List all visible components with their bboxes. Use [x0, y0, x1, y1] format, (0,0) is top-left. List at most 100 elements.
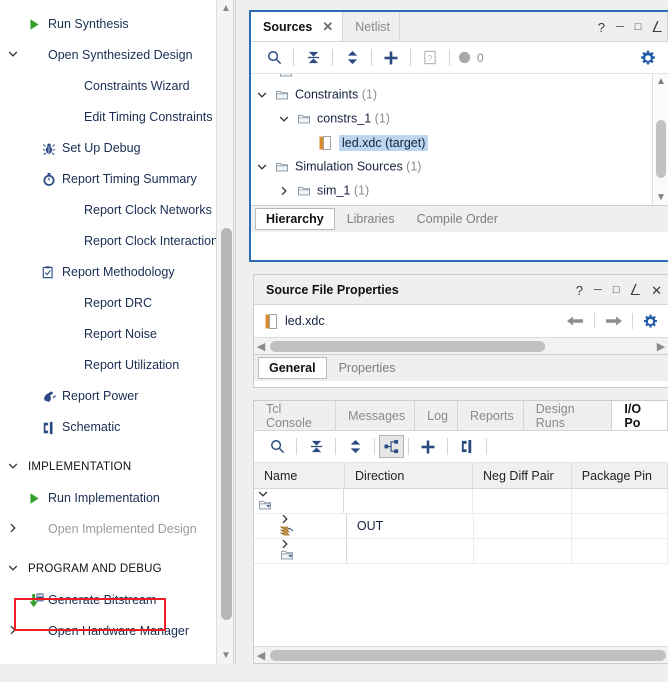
- io-hscroll-thumb[interactable]: [270, 649, 666, 661]
- tab-messages[interactable]: Messages: [336, 401, 416, 430]
- sources-tree-scrollbar[interactable]: ▲ ▼: [652, 74, 668, 205]
- table-row[interactable]: led (4)OUT: [254, 514, 668, 539]
- chevron-right-icon[interactable]: [280, 539, 346, 549]
- column-header[interactable]: Package Pin: [572, 463, 668, 488]
- arrow-left-icon[interactable]: [567, 315, 584, 327]
- chevron-right-icon[interactable]: [279, 186, 297, 196]
- sidebar-item-report-clock-interaction[interactable]: Report Clock Interaction: [0, 226, 216, 257]
- chevron-down-icon[interactable]: [279, 114, 297, 124]
- sidebar-item-report-noise[interactable]: Report Noise: [0, 319, 216, 350]
- chevron-down-icon[interactable]: [258, 489, 343, 499]
- scroll-left-arrow-icon[interactable]: ◀: [254, 649, 268, 662]
- io-horizontal-scrollbar[interactable]: ◀: [254, 646, 668, 663]
- scroll-down-arrow-icon[interactable]: ▼: [217, 647, 235, 664]
- add-sources-icon[interactable]: [376, 45, 406, 71]
- sidebar-item-report-methodology[interactable]: Report Methodology: [0, 257, 216, 288]
- chevron-right-icon[interactable]: [8, 523, 28, 533]
- sidebar-item-report-timing-summary[interactable]: Report Timing Summary: [0, 164, 216, 195]
- arrow-right-icon[interactable]: [605, 315, 622, 327]
- sidebar-item-set-up-debug[interactable]: Set Up Debug: [0, 133, 216, 164]
- tab-general[interactable]: General: [258, 357, 327, 379]
- expand-all-icon[interactable]: [337, 45, 367, 71]
- tab-compile-order[interactable]: Compile Order: [407, 209, 508, 229]
- column-header[interactable]: Name: [254, 463, 346, 488]
- tab-tcl-console[interactable]: Tcl Console: [254, 401, 337, 430]
- hscroll-thumb[interactable]: [270, 340, 545, 352]
- sidebar-item-synthesis[interactable]: SYNTHESIS: [0, 0, 216, 9]
- help-icon[interactable]: ?: [598, 21, 605, 34]
- tree-row[interactable]: sim_1 (1): [251, 178, 668, 202]
- schematic-icon[interactable]: [452, 434, 482, 460]
- io-hscroll-track[interactable]: [268, 649, 668, 661]
- tree-row[interactable]: Simulation Sources (1): [251, 154, 668, 178]
- sidebar-item-implementation[interactable]: IMPLEMENTATION: [0, 452, 216, 483]
- chevron-right-icon[interactable]: [280, 514, 346, 524]
- scroll-left-arrow-icon[interactable]: ◀: [254, 340, 268, 353]
- report-icon[interactable]: ?: [415, 45, 445, 71]
- sidebar-item-run-implementation[interactable]: Run Implementation: [0, 483, 216, 514]
- sidebar-item-edit-timing-constraints[interactable]: Edit Timing Constraints: [0, 102, 216, 133]
- float-icon[interactable]: ⎳: [630, 284, 640, 296]
- expand-all-icon[interactable]: [340, 434, 370, 460]
- collapse-all-icon[interactable]: [298, 45, 328, 71]
- tree-row[interactable]: Constraints (1): [251, 82, 668, 106]
- chevron-down-icon[interactable]: [8, 461, 28, 471]
- collapse-all-icon[interactable]: [301, 434, 331, 460]
- gear-icon[interactable]: [640, 50, 656, 66]
- sidebar-scrollbar[interactable]: ▲ ▼: [216, 0, 234, 664]
- tab-reports[interactable]: Reports: [458, 401, 524, 430]
- chevron-right-icon[interactable]: [8, 625, 28, 635]
- scroll-up-arrow-icon[interactable]: ▲: [217, 0, 235, 17]
- tree-row[interactable]: Utility Sources: [251, 202, 668, 205]
- tab-i-o-po[interactable]: I/O Po: [612, 401, 668, 430]
- tab-properties[interactable]: Properties: [329, 358, 406, 378]
- properties-horizontal-scrollbar[interactable]: ◀ ▶: [254, 337, 668, 354]
- sidebar-item-constraints-wizard[interactable]: Constraints Wizard: [0, 71, 216, 102]
- tab-libraries[interactable]: Libraries: [337, 209, 405, 229]
- search-icon[interactable]: [259, 45, 289, 71]
- tab-hierarchy[interactable]: Hierarchy: [255, 208, 335, 230]
- add-icon[interactable]: [413, 434, 443, 460]
- gear-icon[interactable]: [643, 314, 658, 329]
- close-icon[interactable]: ✕: [322, 19, 333, 35]
- maximize-icon[interactable]: □: [613, 284, 620, 296]
- sources-tree[interactable]: Constraints (1) constrs_1 (1) led.xdc (tar…: [251, 74, 668, 205]
- sidebar-item-schematic[interactable]: Schematic: [0, 412, 216, 443]
- sidebar-item-report-utilization[interactable]: Report Utilization: [0, 350, 216, 381]
- column-header[interactable]: Neg Diff Pair: [473, 463, 572, 488]
- table-row[interactable]: All ports (6): [254, 489, 668, 514]
- scroll-right-arrow-icon[interactable]: ▶: [654, 340, 668, 353]
- sidebar-item-open-synthesized-design[interactable]: Open Synthesized Design: [0, 40, 216, 71]
- minimize-icon[interactable]: ─: [616, 21, 624, 33]
- sidebar-item-run-synthesis[interactable]: Run Synthesis: [0, 9, 216, 40]
- help-icon[interactable]: ?: [576, 284, 583, 297]
- minimize-icon[interactable]: ─: [594, 284, 602, 296]
- tab-sources[interactable]: Sources ✕: [251, 12, 344, 41]
- chevron-down-icon[interactable]: [8, 563, 28, 573]
- tab-netlist[interactable]: Netlist: [343, 12, 400, 41]
- chevron-down-icon[interactable]: [257, 90, 275, 100]
- tab-log[interactable]: Log: [415, 401, 458, 430]
- sidebar-item-report-clock-networks[interactable]: Report Clock Networks: [0, 195, 216, 226]
- chevron-down-icon[interactable]: [8, 49, 28, 59]
- tree-row[interactable]: led.xdc (target): [251, 130, 668, 154]
- float-icon[interactable]: ⎳: [652, 21, 662, 33]
- close-icon[interactable]: ✕: [651, 284, 662, 297]
- maximize-icon[interactable]: □: [635, 21, 642, 33]
- search-icon[interactable]: [262, 434, 292, 460]
- column-header[interactable]: Direction: [345, 463, 474, 488]
- table-row[interactable]: Scalar ports (2): [254, 539, 668, 564]
- sidebar-item-report-power[interactable]: Report Power: [0, 381, 216, 412]
- hierarchy-icon[interactable]: [379, 435, 404, 458]
- scroll-down-arrow-icon[interactable]: ▼: [653, 190, 668, 205]
- chevron-down-icon[interactable]: [257, 162, 275, 172]
- tab-design-runs[interactable]: Design Runs: [524, 401, 613, 430]
- sidebar-item-open-hardware-manager[interactable]: Open Hardware Manager: [0, 616, 216, 647]
- tree-row[interactable]: constrs_1 (1): [251, 106, 668, 130]
- io-ports-table-body[interactable]: All ports (6)led (4)OUTScalar ports (2): [254, 489, 668, 629]
- flow-navigator-sidebar[interactable]: SYNTHESIS Run Synthesis Open Synthesized D…: [0, 0, 216, 664]
- tree-row[interactable]: [251, 74, 668, 82]
- scroll-up-arrow-icon[interactable]: ▲: [653, 74, 668, 89]
- sidebar-scrollbar-thumb[interactable]: [221, 228, 232, 620]
- hscroll-track[interactable]: [268, 340, 654, 352]
